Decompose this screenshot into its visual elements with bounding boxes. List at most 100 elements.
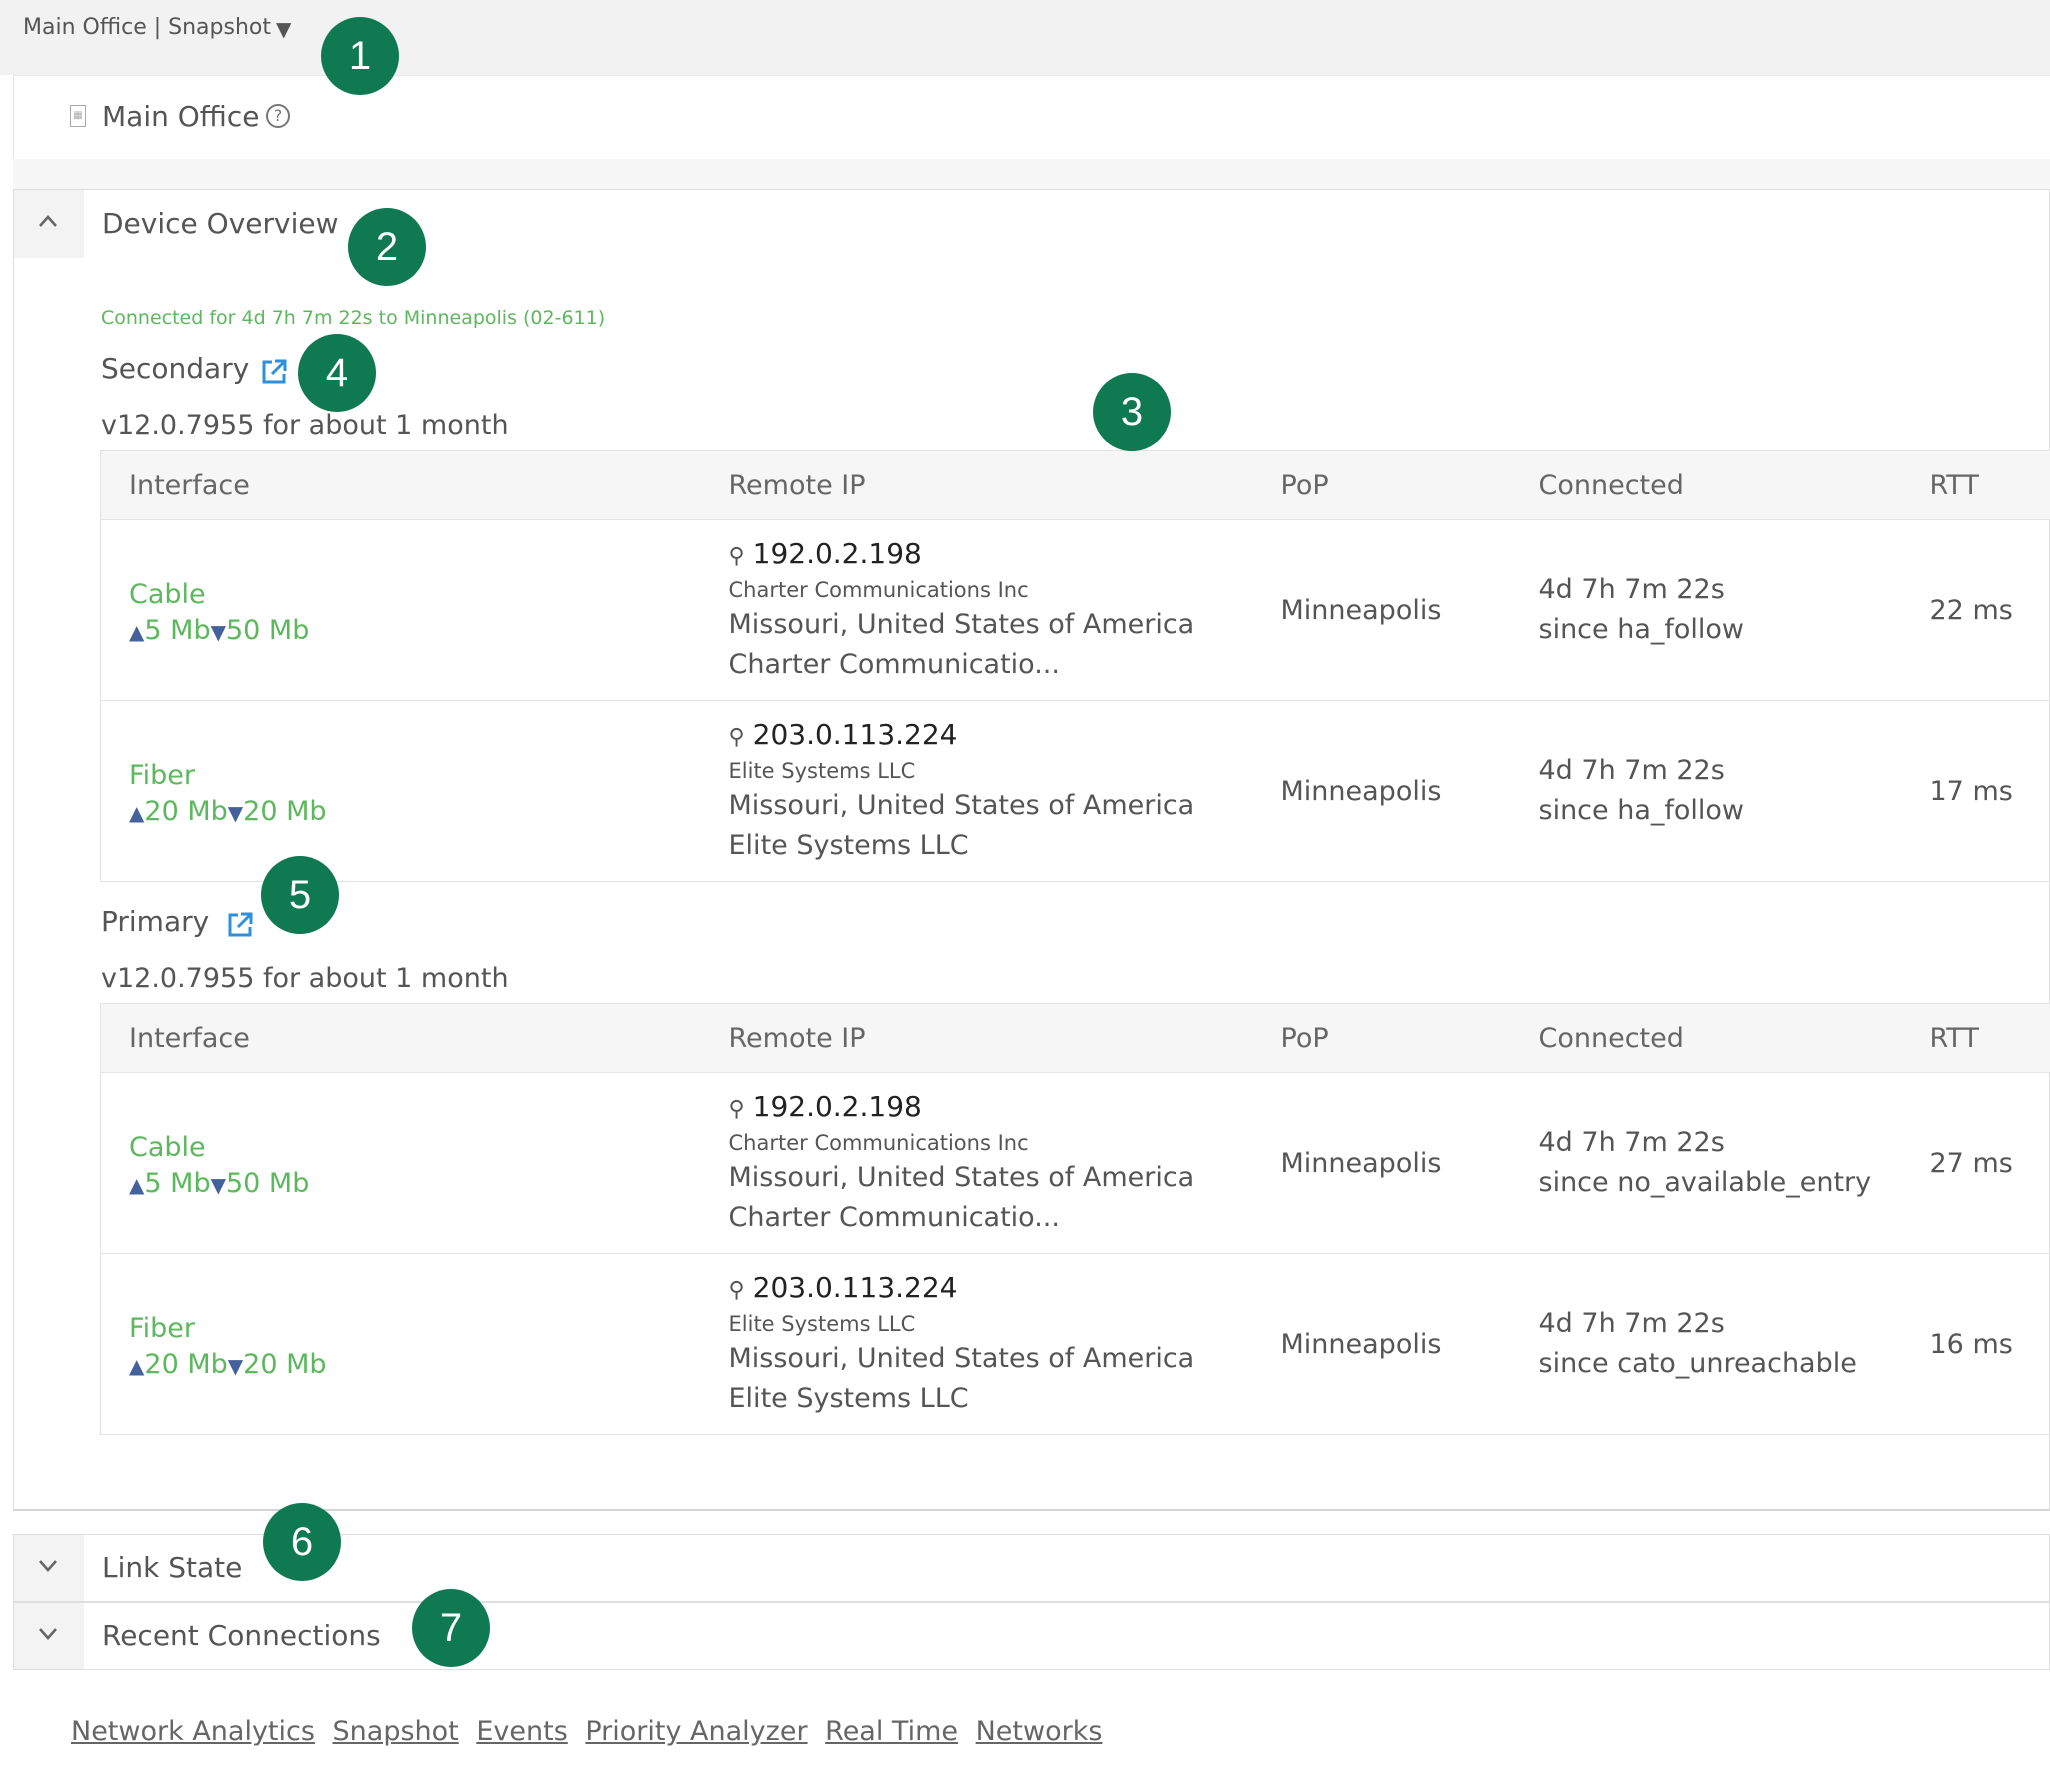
col-rtt: RTT <box>1901 1003 2050 1073</box>
callout-badge-5: 5 <box>261 856 339 934</box>
link-networks[interactable]: Networks <box>976 1716 1103 1747</box>
interface-name: Cable <box>129 578 206 610</box>
connected-duration: 4d 7h 7m 22s <box>1538 1308 1725 1339</box>
connected-reason: since ha_follow <box>1538 614 1745 645</box>
table-row: Cable ▲5 Mb▼50 Mb ⚲ 192.0.2.198 Charter C… <box>100 1072 2050 1254</box>
secondary-label: Secondary <box>101 352 250 385</box>
upload-speed: 20 Mb <box>144 795 228 827</box>
connected-duration: 4d 7h 7m 22s <box>1538 755 1725 786</box>
location-pin-icon: ⚲ <box>728 543 745 569</box>
remote-ip: 192.0.2.198 <box>752 1089 922 1123</box>
primary-connections-table: Interface Remote IP PoP Connected RTT Ca… <box>100 1003 2050 1435</box>
link-real-time[interactable]: Real Time <box>825 1716 958 1747</box>
caret-down-icon: ▼ <box>276 17 292 41</box>
callout-badge-4: 4 <box>298 334 376 412</box>
section-title-link-state: Link State <box>102 1551 243 1584</box>
link-priority-analyzer[interactable]: Priority Analyzer <box>585 1716 807 1747</box>
chevron-down-icon <box>39 1560 57 1572</box>
pop-cell: Minneapolis <box>1252 519 1511 701</box>
connected-reason: since cato_unreachable <box>1538 1348 1857 1379</box>
breadcrumb-text: Main Office | Snapshot <box>23 15 271 40</box>
remote-ip: 192.0.2.198 <box>752 536 922 570</box>
col-interface: Interface <box>100 1003 701 1073</box>
remote-ip-cell: ⚲ 192.0.2.198 Charter Communications Inc … <box>700 519 1253 701</box>
pop-cell: Minneapolis <box>1252 1072 1511 1254</box>
section-title-device-overview: Device Overview <box>102 207 339 240</box>
footer-links: Network Analytics Snapshot Events Priori… <box>71 1716 1111 1747</box>
top-bar: Main Office | Snapshot ▼ <box>0 0 2050 75</box>
collapse-toggle[interactable] <box>14 190 84 258</box>
rtt-cell: 17 ms <box>1901 700 2050 882</box>
download-arrow-icon: ▼ <box>227 1353 244 1378</box>
connected-reason: since no_available_entry <box>1538 1167 1872 1198</box>
connected-cell: 4d 7h 7m 22s since ha_follow <box>1510 700 1902 882</box>
download-arrow-icon: ▼ <box>210 619 226 644</box>
download-speed: 20 Mb <box>243 795 327 827</box>
pop-cell: Minneapolis <box>1252 700 1511 882</box>
breadcrumb-dropdown[interactable]: Main Office | Snapshot ▼ <box>23 15 291 41</box>
section-title-recent-connections: Recent Connections <box>102 1619 381 1652</box>
callout-badge-2: 2 <box>348 208 426 286</box>
isp-name: Charter Communications Inc <box>728 577 1029 602</box>
col-connected: Connected <box>1510 450 1902 520</box>
connected-duration: 4d 7h 7m 22s <box>1538 574 1725 605</box>
pop-cell: Minneapolis <box>1252 1253 1511 1435</box>
connected-cell: 4d 7h 7m 22s since no_available_entry <box>1510 1072 1902 1254</box>
table-row: Fiber ▲20 Mb▼20 Mb ⚲ 203.0.113.224 Elite … <box>100 1253 2050 1435</box>
external-link-icon[interactable] <box>226 911 254 939</box>
isp-truncated: Charter Communicatio... <box>728 1201 1060 1233</box>
isp-name: Charter Communications Inc <box>728 1130 1029 1155</box>
interface-name: Cable <box>129 1131 206 1163</box>
remote-ip-cell: ⚲ 203.0.113.224 Elite Systems LLC Missour… <box>700 700 1253 882</box>
external-link-icon[interactable] <box>260 358 288 386</box>
interface-name: Fiber <box>129 1312 195 1344</box>
upload-speed: 5 Mb <box>144 1167 211 1199</box>
download-speed: 20 Mb <box>243 1348 327 1380</box>
expand-toggle[interactable] <box>14 1535 84 1601</box>
location: Missouri, United States of America <box>728 1342 1195 1374</box>
link-network-analytics[interactable]: Network Analytics <box>71 1716 315 1747</box>
upload-arrow-icon: ▲ <box>129 619 145 644</box>
table-row: Fiber ▲20 Mb▼20 Mb ⚲ 203.0.113.224 Elite … <box>100 700 2050 882</box>
chevron-down-icon <box>39 1628 57 1640</box>
download-arrow-icon: ▼ <box>227 800 244 825</box>
callout-badge-1: 1 <box>321 17 399 95</box>
connected-cell: 4d 7h 7m 22s since ha_follow <box>1510 519 1902 701</box>
col-pop: PoP <box>1252 450 1511 520</box>
help-icon[interactable]: ? <box>266 104 290 128</box>
remote-ip-cell: ⚲ 203.0.113.224 Elite Systems LLC Missour… <box>700 1253 1253 1435</box>
location-pin-icon: ⚲ <box>728 724 745 750</box>
remote-ip-cell: ⚲ 192.0.2.198 Charter Communications Inc … <box>700 1072 1253 1254</box>
link-events[interactable]: Events <box>476 1716 567 1747</box>
site-header: ▦ Main Office ? <box>13 75 2050 160</box>
interface-cell: Cable ▲5 Mb▼50 Mb <box>100 1072 701 1254</box>
secondary-version: v12.0.7955 for about 1 month <box>101 410 509 441</box>
col-connected: Connected <box>1510 1003 1902 1073</box>
interface-cell: Fiber ▲20 Mb▼20 Mb <box>100 700 701 882</box>
location: Missouri, United States of America <box>728 789 1195 821</box>
location-pin-icon: ⚲ <box>728 1096 745 1122</box>
primary-version: v12.0.7955 for about 1 month <box>101 963 509 994</box>
col-interface: Interface <box>100 450 701 520</box>
rtt-cell: 16 ms <box>1901 1253 2050 1435</box>
connected-cell: 4d 7h 7m 22s since cato_unreachable <box>1510 1253 1902 1435</box>
secondary-connections-table: Interface Remote IP PoP Connected RTT Ca… <box>100 450 2050 882</box>
remote-ip: 203.0.113.224 <box>752 717 958 751</box>
primary-label: Primary <box>101 905 210 938</box>
isp-truncated: Charter Communicatio... <box>728 648 1060 680</box>
table-row: Cable ▲5 Mb▼50 Mb ⚲ 192.0.2.198 Charter C… <box>100 519 2050 701</box>
callout-badge-7: 7 <box>412 1589 490 1667</box>
location: Missouri, United States of America <box>728 1161 1195 1193</box>
isp-name: Elite Systems LLC <box>728 1311 916 1336</box>
rtt-cell: 27 ms <box>1901 1072 2050 1254</box>
interface-cell: Cable ▲5 Mb▼50 Mb <box>100 519 701 701</box>
table-header-row: Interface Remote IP PoP Connected RTT <box>100 1003 2050 1073</box>
col-pop: PoP <box>1252 1003 1511 1073</box>
download-speed: 50 Mb <box>225 614 310 646</box>
connected-duration: 4d 7h 7m 22s <box>1538 1127 1725 1158</box>
interface-name: Fiber <box>129 759 195 791</box>
upload-speed: 5 Mb <box>144 614 211 646</box>
recent-connections-panel[interactable]: Recent Connections <box>13 1602 2050 1670</box>
expand-toggle[interactable] <box>14 1603 84 1669</box>
link-snapshot[interactable]: Snapshot <box>333 1716 459 1747</box>
